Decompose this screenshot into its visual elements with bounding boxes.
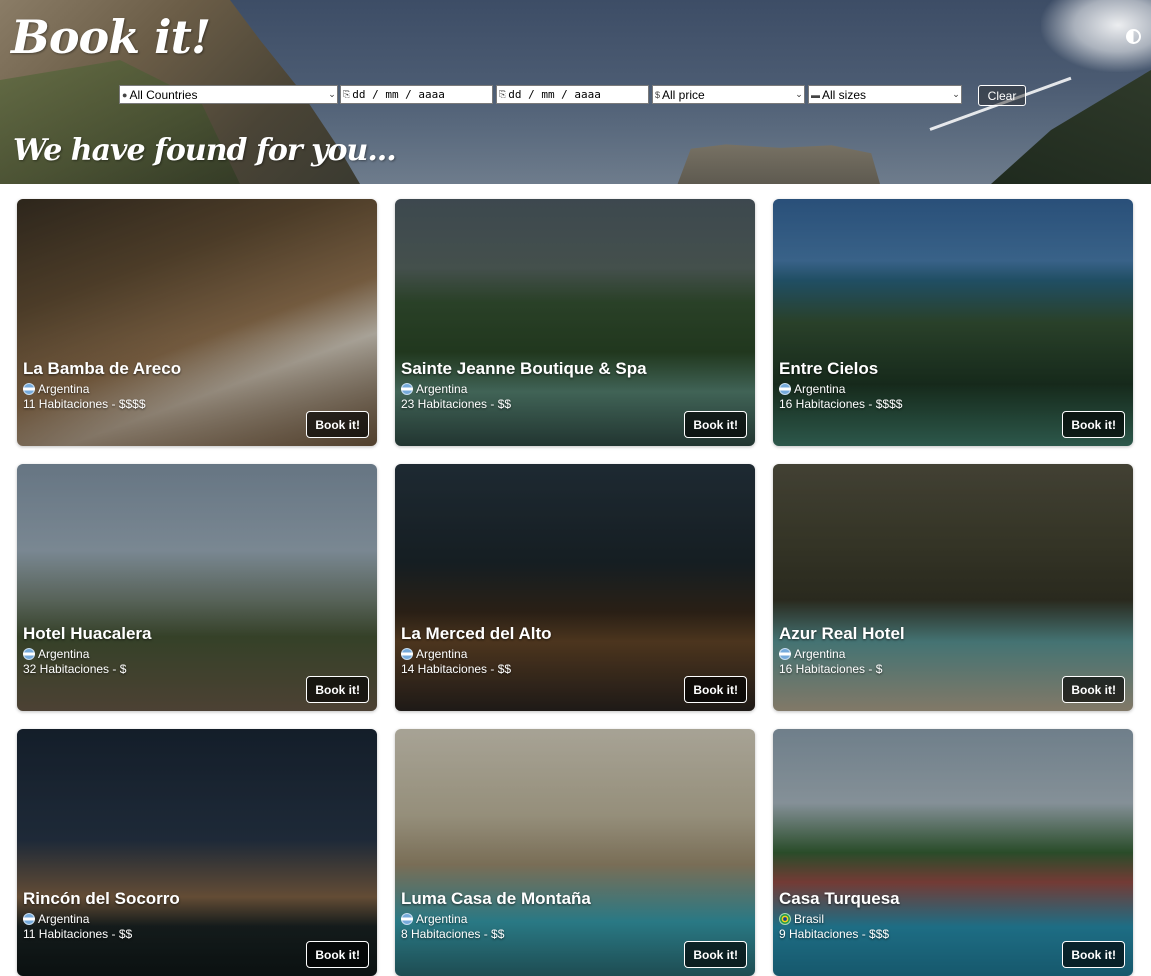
book-button[interactable]: Book it! bbox=[684, 941, 747, 968]
hotel-info: 8 Habitaciones - $$ bbox=[401, 927, 505, 941]
country-select[interactable]: ● All Countries ⌄ bbox=[119, 85, 338, 104]
chevron-down-icon: ⌄ bbox=[795, 89, 803, 99]
hotel-country: Argentina bbox=[779, 382, 845, 396]
hotel-card[interactable]: Entre Cielos Argentina 16 Habitaciones -… bbox=[773, 199, 1133, 446]
hotel-country: Argentina bbox=[401, 647, 467, 661]
book-button[interactable]: Book it! bbox=[1062, 411, 1125, 438]
hotel-name: Hotel Huacalera bbox=[23, 624, 152, 643]
hotel-card[interactable]: La Bamba de Areco Argentina 11 Habitacio… bbox=[17, 199, 377, 446]
hotel-card[interactable]: Casa Turquesa Brasil 9 Habitaciones - $$… bbox=[773, 729, 1133, 976]
country-name: Brasil bbox=[794, 912, 825, 926]
logo[interactable]: Book it! bbox=[11, 10, 211, 64]
hotel-name: La Merced del Alto bbox=[401, 624, 552, 643]
map-pin-icon: ● bbox=[122, 89, 128, 100]
hotel-country: Argentina bbox=[23, 382, 89, 396]
argentina-flag-icon bbox=[779, 383, 791, 395]
hotel-info: 23 Habitaciones - $$ bbox=[401, 397, 512, 411]
checkin-date-placeholder: dd / mm / aaaa bbox=[352, 88, 445, 101]
hotel-country: Argentina bbox=[23, 647, 89, 661]
clear-button[interactable]: Clear bbox=[978, 85, 1026, 106]
book-button[interactable]: Book it! bbox=[684, 676, 747, 703]
bed-icon: ▬ bbox=[811, 89, 820, 100]
hotel-card[interactable]: Hotel Huacalera Argentina 32 Habitacione… bbox=[17, 464, 377, 711]
dollar-icon: $ bbox=[655, 89, 661, 100]
hotel-info: 32 Habitaciones - $ bbox=[23, 662, 127, 676]
argentina-flag-icon bbox=[779, 648, 791, 660]
argentina-flag-icon bbox=[23, 383, 35, 395]
chevron-down-icon: ⌄ bbox=[328, 89, 336, 99]
hotel-info: 9 Habitaciones - $$$ bbox=[779, 927, 890, 941]
hotel-card[interactable]: Sainte Jeanne Boutique & Spa Argentina 2… bbox=[395, 199, 755, 446]
door-in-icon: ⎘ bbox=[343, 89, 351, 99]
hotel-name: Entre Cielos bbox=[779, 359, 879, 378]
hotel-card[interactable]: Luma Casa de Montaña Argentina 8 Habitac… bbox=[395, 729, 755, 976]
hotel-country: Argentina bbox=[401, 382, 467, 396]
filter-bar: ● All Countries ⌄ ⎘ dd / mm / aaaa ⎘ dd … bbox=[0, 85, 1151, 106]
size-select-value: All sizes bbox=[822, 87, 867, 102]
price-select[interactable]: $ All price ⌄ bbox=[652, 85, 805, 104]
country-name: Argentina bbox=[794, 647, 846, 661]
hotel-country: Argentina bbox=[779, 647, 845, 661]
header: Book it! ● All Countries ⌄ ⎘ dd / mm / a… bbox=[0, 0, 1151, 184]
country-name: Argentina bbox=[794, 382, 846, 396]
hotel-info: 11 Habitaciones - $$$$ bbox=[23, 397, 146, 411]
book-button[interactable]: Book it! bbox=[306, 941, 369, 968]
argentina-flag-icon bbox=[401, 913, 413, 925]
book-button[interactable]: Book it! bbox=[306, 676, 369, 703]
country-name: Argentina bbox=[416, 647, 468, 661]
hotel-country: Brasil bbox=[779, 912, 824, 926]
hotel-info: 11 Habitaciones - $$ bbox=[23, 927, 133, 941]
price-select-value: All price bbox=[662, 87, 705, 102]
hotel-card[interactable]: Rincón del Socorro Argentina 11 Habitaci… bbox=[17, 729, 377, 976]
brazil-flag-icon bbox=[779, 913, 791, 925]
hotel-name: La Bamba de Areco bbox=[23, 359, 182, 378]
argentina-flag-icon bbox=[401, 648, 413, 660]
hotel-country: Argentina bbox=[23, 912, 89, 926]
hotel-info: 16 Habitaciones - $$$$ bbox=[779, 397, 903, 411]
hotel-name: Rincón del Socorro bbox=[23, 889, 180, 908]
hotel-card[interactable]: Azur Real Hotel Argentina 16 Habitacione… bbox=[773, 464, 1133, 711]
book-button[interactable]: Book it! bbox=[1062, 941, 1125, 968]
argentina-flag-icon bbox=[401, 383, 413, 395]
checkout-date-input[interactable]: ⎘ dd / mm / aaaa bbox=[496, 85, 649, 104]
country-name: Argentina bbox=[38, 382, 90, 396]
country-select-value: All Countries bbox=[129, 87, 198, 102]
contrast-icon[interactable] bbox=[1126, 29, 1141, 44]
country-name: Argentina bbox=[416, 382, 468, 396]
country-name: Argentina bbox=[38, 647, 90, 661]
book-button[interactable]: Book it! bbox=[1062, 676, 1125, 703]
checkin-date-input[interactable]: ⎘ dd / mm / aaaa bbox=[340, 85, 493, 104]
results-heading: We have found for you... bbox=[13, 133, 397, 168]
door-out-icon: ⎘ bbox=[499, 89, 507, 99]
chevron-down-icon: ⌄ bbox=[952, 89, 960, 99]
hotel-name: Casa Turquesa bbox=[779, 889, 900, 908]
book-button[interactable]: Book it! bbox=[684, 411, 747, 438]
argentina-flag-icon bbox=[23, 913, 35, 925]
hotel-name: Luma Casa de Montaña bbox=[401, 889, 591, 908]
hotel-name: Azur Real Hotel bbox=[779, 624, 905, 643]
size-select[interactable]: ▬ All sizes ⌄ bbox=[808, 85, 962, 104]
hotel-info: 14 Habitaciones - $$ bbox=[401, 662, 512, 676]
hotel-card[interactable]: La Merced del Alto Argentina 14 Habitaci… bbox=[395, 464, 755, 711]
header-bg-mesa bbox=[677, 144, 880, 184]
argentina-flag-icon bbox=[23, 648, 35, 660]
checkout-date-placeholder: dd / mm / aaaa bbox=[508, 88, 601, 101]
hotel-name: Sainte Jeanne Boutique & Spa bbox=[401, 359, 647, 378]
hotel-country: Argentina bbox=[401, 912, 467, 926]
country-name: Argentina bbox=[416, 912, 468, 926]
country-name: Argentina bbox=[38, 912, 90, 926]
book-button[interactable]: Book it! bbox=[306, 411, 369, 438]
hotel-info: 16 Habitaciones - $ bbox=[779, 662, 883, 676]
